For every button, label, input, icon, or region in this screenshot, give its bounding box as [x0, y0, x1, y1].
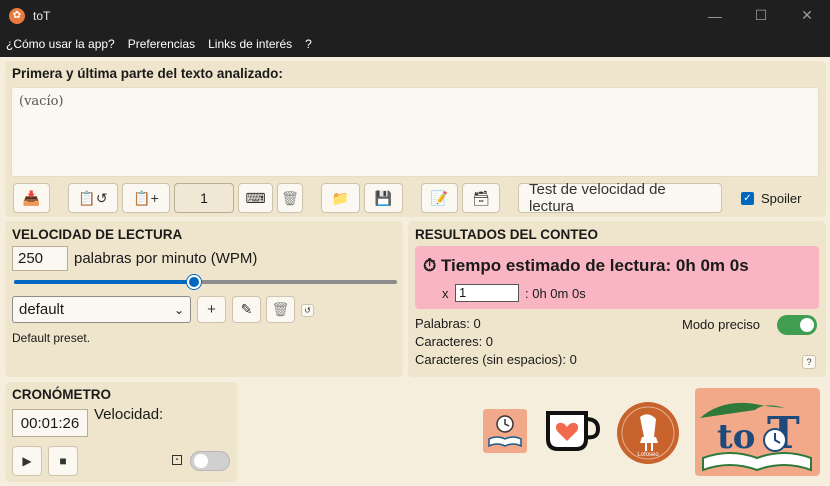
- toggle-knob: [194, 454, 208, 468]
- maximize-button[interactable]: ☐: [738, 0, 784, 31]
- close-button[interactable]: ✕: [784, 0, 830, 31]
- word-count: Palabras: 0: [415, 316, 481, 331]
- speed-heading: VELOCIDAD DE LECTURA: [12, 227, 183, 242]
- minimize-button[interactable]: —: [692, 0, 738, 31]
- results-heading: RESULTADOS DEL CONTEO: [415, 227, 599, 242]
- play-icon: ▶: [22, 454, 32, 468]
- counter-input[interactable]: 1: [174, 183, 234, 213]
- pencil-icon: ✎: [240, 301, 253, 317]
- coffee-heart-icon: [546, 411, 601, 451]
- menu-help[interactable]: ?: [305, 37, 312, 51]
- multiplied-time: : 0h 0m 0s: [525, 286, 586, 301]
- preset-description: Default preset.: [12, 331, 91, 345]
- delete-preset-button[interactable]: 🗑: [266, 296, 295, 323]
- tot-kiwi-book-icon: to T: [700, 402, 812, 472]
- wpm-slider-fill: [14, 280, 194, 284]
- app-icon: ✿: [9, 7, 25, 24]
- preset-value: default: [19, 301, 65, 318]
- edit-preset-button[interactable]: ✎: [232, 296, 261, 323]
- menu-how-to-use[interactable]: ¿Cómo usar la app?: [6, 37, 115, 51]
- precise-mode-label: Modo preciso: [682, 317, 761, 332]
- timer-heading: CRONÓMETRO: [12, 387, 111, 402]
- wpm-label: palabras por minuto (WPM): [74, 250, 258, 267]
- clipboard-add-icon: 📋+: [133, 189, 159, 206]
- window-title: toT: [33, 8, 51, 23]
- paste-append-button[interactable]: 📋+: [122, 183, 170, 213]
- book-clock-icon: [488, 415, 522, 448]
- add-preset-button[interactable]: +: [197, 296, 226, 323]
- floppy-disk-icon: 💾: [374, 189, 393, 206]
- text-content: (vacío): [19, 94, 64, 109]
- spoiler-checkbox[interactable]: ✓: [741, 192, 754, 205]
- menu-preferences[interactable]: Preferencias: [128, 37, 195, 51]
- spoiler-label: Spoiler: [761, 191, 802, 206]
- folder-icon: 📁: [331, 189, 350, 206]
- play-button[interactable]: ▶: [12, 446, 42, 476]
- estimated-time-box: ⏱ Tiempo estimado de lectura: 0h 0m 0s x…: [415, 246, 819, 309]
- paste-replace-button[interactable]: 📋↺: [68, 183, 118, 213]
- archive-box-icon: 🗃: [472, 189, 490, 206]
- timer-speed-label: Velocidad:: [94, 406, 164, 423]
- mini-window-icon: ▪: [172, 455, 182, 465]
- menu-bar: ¿Cómo usar la app? Preferencias Links de…: [0, 31, 830, 57]
- keyboard-icon: ⌨: [245, 189, 266, 206]
- multiplier-input[interactable]: 1: [455, 284, 519, 302]
- badge-text: Lofoseo: [637, 452, 659, 458]
- lofoseo-badge[interactable]: Lofoseo: [616, 401, 680, 465]
- trash-icon: 🗑: [271, 301, 290, 317]
- archive-button[interactable]: 🗃: [462, 183, 500, 213]
- char-count-no-spaces: Caracteres (sin espacios): 0: [415, 352, 577, 367]
- help-button[interactable]: ?: [802, 355, 816, 369]
- text-panel-heading: Primera y última parte del texto analiza…: [12, 66, 283, 81]
- stop-button[interactable]: ■: [48, 446, 78, 476]
- timer-display[interactable]: 00:01:26: [12, 409, 88, 437]
- document-edit-icon: 📝: [430, 189, 449, 206]
- multiplier-prefix: x: [442, 286, 449, 301]
- edit-document-button[interactable]: 📝: [421, 183, 458, 213]
- chevron-down-icon: ⌄: [173, 303, 184, 317]
- wpm-slider[interactable]: [14, 280, 397, 284]
- analyzed-text-area[interactable]: (vacío): [11, 87, 819, 177]
- timer-mode-toggle[interactable]: [190, 451, 230, 471]
- speed-test-button[interactable]: Test de velocidad de lectura: [518, 181, 722, 215]
- wpm-input[interactable]: 250: [12, 246, 68, 271]
- reset-preset-button[interactable]: ↺: [301, 304, 314, 317]
- stop-icon: ■: [59, 454, 67, 468]
- estimated-time: ⏱ Tiempo estimado de lectura: 0h 0m 0s: [423, 256, 749, 275]
- reading-time-logo[interactable]: [483, 409, 527, 453]
- import-button[interactable]: 📥: [13, 183, 50, 213]
- clear-button[interactable]: 🗑: [277, 183, 303, 213]
- open-file-button[interactable]: 📁: [321, 183, 360, 213]
- menu-links[interactable]: Links de interés: [208, 37, 292, 51]
- title-bar: ✿ toT — ☐ ✕: [0, 0, 830, 31]
- char-count: Caracteres: 0: [415, 334, 494, 349]
- tot-logo: to T: [695, 388, 820, 476]
- trash-icon: 🗑: [281, 189, 299, 206]
- toggle-knob: [800, 318, 814, 332]
- reset-icon: ↺: [304, 306, 311, 315]
- preset-select[interactable]: default ⌄: [12, 296, 191, 323]
- precise-mode-toggle[interactable]: [777, 315, 817, 335]
- keyboard-button[interactable]: ⌨: [238, 183, 273, 213]
- svg-text:to: to: [717, 417, 755, 457]
- kofi-logo[interactable]: [542, 405, 602, 455]
- clipboard-reload-icon: 📋↺: [78, 189, 108, 206]
- inbox-icon: 📥: [22, 189, 41, 206]
- checkmark-icon: ✓: [743, 193, 752, 204]
- wpm-slider-thumb[interactable]: [187, 275, 201, 289]
- save-button[interactable]: 💾: [364, 183, 403, 213]
